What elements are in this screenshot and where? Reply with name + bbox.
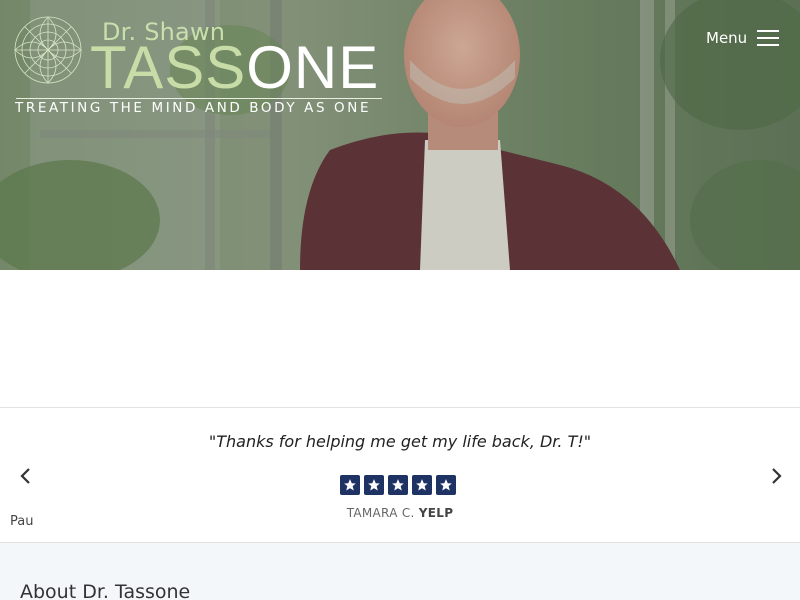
reviewer-name: TAMARA C. bbox=[346, 506, 415, 520]
testimonial-quote: "Thanks for helping me get my life back,… bbox=[208, 432, 592, 451]
menu-button[interactable]: Menu bbox=[706, 24, 780, 52]
pause-button[interactable]: Pau bbox=[10, 514, 33, 529]
star-icon bbox=[412, 475, 432, 495]
star-icon bbox=[340, 475, 360, 495]
testimonial-reviewer: TAMARA C. YELP bbox=[0, 506, 800, 520]
review-source: YELP bbox=[418, 506, 454, 520]
hamburger-icon bbox=[757, 30, 780, 46]
star-icon bbox=[364, 475, 384, 495]
logo-name: TASSONE bbox=[90, 28, 379, 108]
logo-mandala-icon bbox=[14, 16, 82, 84]
logo-name-part2: ONE bbox=[246, 34, 380, 101]
star-icon bbox=[388, 475, 408, 495]
star-rating bbox=[340, 475, 456, 495]
hero-banner: Dr. Shawn TASSONE TREATING THE MIND AND … bbox=[0, 0, 800, 270]
menu-label: Menu bbox=[706, 29, 748, 47]
about-title: About Dr. Tassone bbox=[20, 581, 191, 600]
site-logo[interactable]: Dr. Shawn TASSONE TREATING THE MIND AND … bbox=[12, 10, 384, 120]
star-icon bbox=[436, 475, 456, 495]
logo-divider bbox=[16, 98, 382, 99]
chevron-right-icon[interactable] bbox=[764, 464, 788, 488]
testimonial-slider: "Thanks for helping me get my life back,… bbox=[0, 407, 800, 543]
about-section: About Dr. Tassone bbox=[0, 543, 800, 600]
content-spacer bbox=[0, 270, 800, 407]
chevron-left-icon[interactable] bbox=[14, 464, 38, 488]
logo-tagline: TREATING THE MIND AND BODY AS ONE bbox=[15, 100, 372, 116]
logo-name-part1: TASS bbox=[90, 34, 247, 101]
